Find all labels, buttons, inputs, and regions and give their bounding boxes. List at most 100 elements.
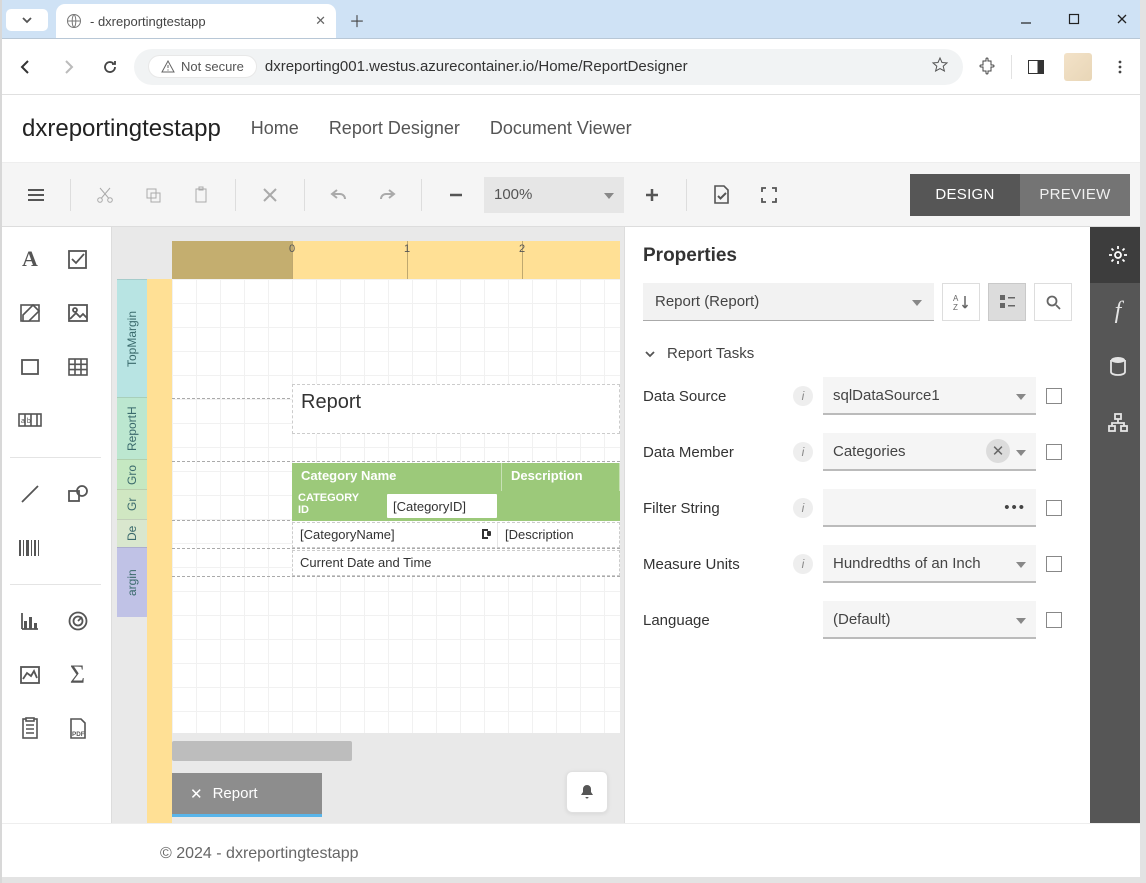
picturebox-tool[interactable] <box>56 293 100 333</box>
fav-datasource[interactable] <box>1046 388 1062 404</box>
design-canvas[interactable]: 0 1 2 TopMargin ReportH Gro Gr De argin … <box>112 227 625 823</box>
field-measureunits[interactable]: Hundredths of an Inch <box>823 545 1036 583</box>
profile-avatar[interactable] <box>1060 49 1096 85</box>
window-close-icon[interactable] <box>1098 0 1146 38</box>
field-language[interactable]: (Default) <box>823 601 1036 639</box>
delete-button[interactable] <box>250 175 290 215</box>
field-filterstring[interactable]: ••• <box>823 489 1036 527</box>
nav-reload-button[interactable] <box>92 49 128 85</box>
window-minimize-icon[interactable] <box>1002 0 1050 38</box>
design-tab[interactable]: DESIGN <box>910 174 1020 216</box>
sparkline-tool[interactable] <box>8 655 52 695</box>
search-properties-button[interactable] <box>1034 283 1072 321</box>
field-datamember[interactable]: Categories ✕ <box>823 433 1036 471</box>
detail-row[interactable]: [CategoryName] [Description <box>292 522 620 548</box>
ellipsis-icon[interactable]: ••• <box>1004 499 1026 516</box>
object-selector[interactable]: Report (Report) <box>643 283 934 321</box>
group-field[interactable]: [CategoryID] <box>387 494 497 518</box>
section-report-tasks[interactable]: Report Tasks <box>643 335 1072 377</box>
report-title-cell[interactable]: Report <box>292 384 620 434</box>
undo-button[interactable] <box>319 175 359 215</box>
pdfcontent-tool[interactable]: PDF <box>56 709 100 749</box>
shape-tool[interactable] <box>56 474 100 514</box>
detail-description[interactable]: [Description <box>498 523 619 547</box>
horizontal-scrollbar[interactable] <box>172 741 352 761</box>
report-surface[interactable]: Report Category Name Description CATEGOR… <box>172 279 620 733</box>
table-tool[interactable] <box>56 347 100 387</box>
fav-measureunits[interactable] <box>1046 556 1062 572</box>
col-description[interactable]: Description <box>502 463 620 491</box>
label-tool[interactable]: A <box>8 239 52 279</box>
zoom-select[interactable]: 100% <box>484 177 624 213</box>
window-maximize-icon[interactable] <box>1050 0 1098 38</box>
validate-button[interactable] <box>701 175 741 215</box>
barcode-tool[interactable] <box>8 528 52 568</box>
new-tab-button[interactable]: ＋ <box>342 8 372 32</box>
band-topmargin[interactable]: TopMargin <box>117 279 147 397</box>
band-detail[interactable]: De <box>117 519 147 547</box>
chart-tool[interactable] <box>8 601 52 641</box>
fav-datamember[interactable] <box>1046 444 1062 460</box>
band-reportheader[interactable]: ReportH <box>117 397 147 459</box>
sort-alpha-button[interactable]: AZ <box>942 283 980 321</box>
notifications-button[interactable] <box>566 771 608 813</box>
info-icon[interactable]: i <box>793 386 813 406</box>
zoom-out-button[interactable] <box>436 175 476 215</box>
cut-button[interactable] <box>85 175 125 215</box>
pivotgrid-tool[interactable]: Σ <box>56 655 100 695</box>
nav-back-button[interactable] <box>8 49 44 85</box>
star-icon[interactable] <box>931 56 949 78</box>
panel-tool[interactable] <box>8 347 52 387</box>
report-tab[interactable]: ✕ Report <box>172 773 322 817</box>
column-header-row[interactable]: Category Name Description <box>292 463 620 491</box>
sort-category-button[interactable] <box>988 283 1026 321</box>
gauge-tool[interactable] <box>56 601 100 641</box>
redo-button[interactable] <box>367 175 407 215</box>
extensions-icon[interactable] <box>969 49 1005 85</box>
tab-list-button[interactable] <box>6 9 48 31</box>
not-secure-badge[interactable]: Not secure <box>148 55 257 78</box>
band-group[interactable]: Gr <box>117 489 147 519</box>
brand-title[interactable]: dxreportingtestapp <box>22 115 221 143</box>
subreport-tool[interactable] <box>8 709 52 749</box>
richtext-tool[interactable] <box>8 293 52 333</box>
group-row[interactable]: CATEGORYID [CategoryID] <box>292 491 620 521</box>
paste-button[interactable] <box>181 175 221 215</box>
line-tool[interactable] <box>8 474 52 514</box>
fullscreen-button[interactable] <box>749 175 789 215</box>
url-input[interactable] <box>265 58 923 75</box>
fav-filterstring[interactable] <box>1046 500 1062 516</box>
fav-language[interactable] <box>1046 612 1062 628</box>
info-icon[interactable]: i <box>793 442 813 462</box>
field-datasource[interactable]: sqlDataSource1 <box>823 377 1036 415</box>
pagefooter-datetime[interactable]: Current Date and Time <box>292 550 620 576</box>
rail-properties[interactable] <box>1090 227 1146 283</box>
nav-home[interactable]: Home <box>251 118 299 139</box>
rail-fieldlist[interactable] <box>1090 339 1146 395</box>
nav-document-viewer[interactable]: Document Viewer <box>490 118 632 139</box>
charactercomb-tool[interactable]: a b <box>8 401 52 441</box>
clear-icon[interactable]: ✕ <box>986 439 1010 463</box>
side-panel-icon[interactable] <box>1018 49 1054 85</box>
nav-report-designer[interactable]: Report Designer <box>329 118 460 139</box>
checkbox-tool[interactable] <box>56 239 100 279</box>
ruler-horizontal[interactable]: 0 1 2 <box>292 241 620 279</box>
browser-tab[interactable]: - dxreportingtestapp ✕ <box>56 4 336 38</box>
preview-tab[interactable]: PREVIEW <box>1020 174 1130 216</box>
menu-button[interactable] <box>16 175 56 215</box>
band-groupheader[interactable]: Gro <box>117 459 147 489</box>
tab-close-icon[interactable]: ✕ <box>315 13 326 29</box>
close-icon[interactable]: ✕ <box>190 785 203 803</box>
col-category-name[interactable]: Category Name <box>292 463 502 491</box>
info-icon[interactable]: i <box>793 554 813 574</box>
detail-categoryname[interactable]: [CategoryName] <box>293 523 498 547</box>
copy-button[interactable] <box>133 175 173 215</box>
band-bottommargin[interactable]: argin <box>117 547 147 617</box>
url-omnibox[interactable]: Not secure <box>134 49 963 85</box>
ruler-vertical[interactable] <box>147 279 172 823</box>
zoom-in-button[interactable] <box>632 175 672 215</box>
rail-reportexplorer[interactable] <box>1090 395 1146 451</box>
nav-forward-button[interactable] <box>50 49 86 85</box>
rail-expressions[interactable]: f <box>1090 283 1146 339</box>
info-icon[interactable]: i <box>793 498 813 518</box>
